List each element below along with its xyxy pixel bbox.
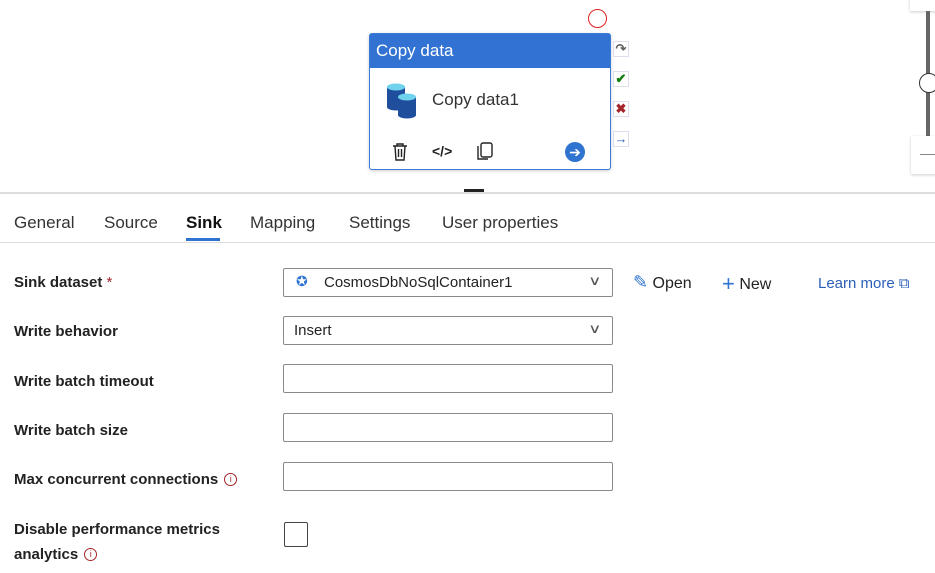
write-batch-size-label: Write batch size	[14, 422, 128, 439]
write-behavior-value: Insert	[294, 322, 332, 339]
write-batch-timeout-label: Write batch timeout	[14, 373, 154, 390]
open-dataset-button[interactable]: ✎ Open	[633, 272, 692, 293]
tab-settings[interactable]: Settings	[349, 213, 410, 233]
tab-mapping[interactable]: Mapping	[250, 213, 315, 233]
clone-icon[interactable]	[476, 142, 494, 162]
sink-dataset-label: Sink dataset *	[14, 274, 113, 291]
new-dataset-button[interactable]: + New	[722, 271, 771, 297]
max-concurrent-connections-label: Max concurrent connections i	[14, 471, 238, 488]
external-link-icon: ⧉	[898, 275, 910, 292]
disable-metrics-label: Disable performance metrics analytics i	[14, 521, 220, 563]
properties-tabs: General Source Sink Mapping Settings Use…	[0, 192, 935, 243]
tab-source[interactable]: Source	[104, 213, 158, 233]
chevron-down-icon: ∨	[588, 273, 602, 288]
code-icon[interactable]: </>	[432, 143, 452, 159]
active-tab-indicator	[186, 238, 220, 241]
tab-general[interactable]: General	[14, 213, 74, 233]
copy-data-activity-node[interactable]: Copy data Copy data1 </> ➔	[369, 33, 611, 170]
open-label: Open	[652, 275, 692, 292]
navigate-arrow-icon[interactable]: ➔	[565, 142, 585, 162]
completion-connector-icon[interactable]: →	[613, 131, 629, 147]
learn-more-link[interactable]: Learn more ⧉	[818, 275, 910, 292]
tab-sink[interactable]: Sink	[186, 213, 222, 233]
zoom-out-button[interactable]	[911, 136, 935, 174]
plus-icon: +	[722, 271, 735, 296]
write-behavior-select[interactable]: Insert ∨	[283, 316, 613, 345]
info-icon[interactable]: i	[224, 473, 238, 486]
cosmos-db-icon: ✪	[296, 273, 308, 289]
delete-icon[interactable]	[391, 142, 409, 162]
max-concurrent-connections-input[interactable]	[283, 462, 613, 491]
info-icon[interactable]: i	[84, 548, 98, 561]
success-connector-icon[interactable]: ✔	[613, 71, 629, 87]
skip-connector-icon[interactable]: ↷	[613, 41, 629, 57]
new-label: New	[739, 276, 772, 293]
disable-metrics-checkbox[interactable]	[284, 522, 308, 547]
copy-data-icon	[387, 83, 416, 119]
activity-name: Copy data1	[432, 90, 519, 109]
write-behavior-label: Write behavior	[14, 323, 118, 340]
validation-error-indicator	[588, 9, 607, 28]
write-batch-timeout-input[interactable]	[283, 364, 613, 393]
write-batch-size-input[interactable]	[283, 413, 613, 442]
zoom-slider-handle[interactable]	[919, 73, 935, 93]
chevron-down-icon: ∨	[588, 321, 602, 336]
zoom-in-button[interactable]	[910, 0, 935, 11]
sink-dataset-value: CosmosDbNoSqlContainer1	[324, 274, 513, 291]
sink-dataset-select[interactable]: ✪ CosmosDbNoSqlContainer1 ∨	[283, 268, 613, 297]
failure-connector-icon[interactable]: ✖	[613, 101, 629, 117]
activity-type: Copy data	[370, 34, 610, 68]
pencil-icon: ✎	[633, 272, 649, 292]
tab-user-properties[interactable]: User properties	[442, 213, 558, 233]
